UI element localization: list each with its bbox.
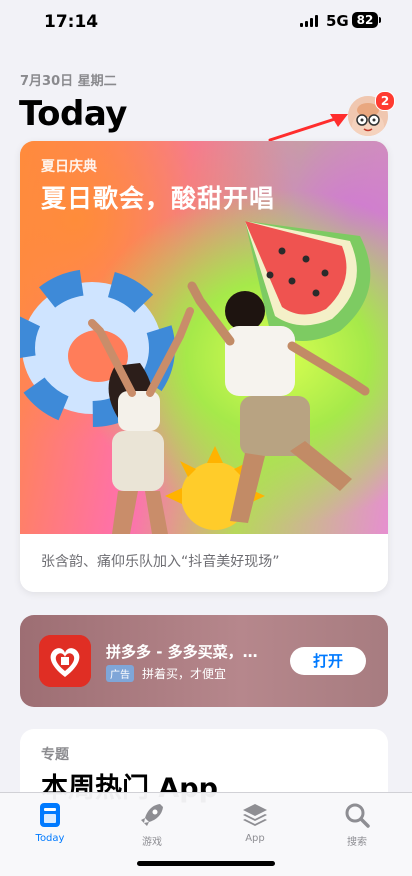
tab-today[interactable]: Today: [15, 801, 85, 844]
tab-today-label: Today: [35, 833, 65, 844]
story-footer: 张含韵、痛仰乐队加入“抖音美好现场”: [20, 534, 388, 592]
tab-search[interactable]: 搜索: [322, 801, 392, 848]
today-icon: [40, 803, 60, 827]
story-subtitle: 张含韵、痛仰乐队加入“抖音美好现场”: [41, 554, 280, 570]
battery-tip: [379, 17, 381, 23]
status-time: 17:14: [44, 12, 99, 32]
open-app-button[interactable]: 打开: [290, 647, 366, 675]
layers-icon: [243, 804, 267, 826]
ad-label-badge: 广告: [106, 665, 134, 682]
collection-eyebrow: 专题: [41, 747, 69, 763]
story-artwork: 夏日庆典 夏日歌会，酸甜开唱: [20, 141, 388, 534]
page-title: Today: [19, 94, 127, 134]
story-headline: 夏日歌会，酸甜开唱: [41, 184, 276, 213]
tab-games-label: 游戏: [142, 837, 162, 848]
search-icon: [345, 803, 370, 828]
pinduoduo-app-icon[interactable]: [39, 635, 91, 687]
status-bar: 17:14 5G 82: [0, 0, 412, 44]
watermelon-illustration: [245, 221, 371, 341]
tab-games[interactable]: 游戏: [117, 801, 187, 848]
cellular-signal-icon: [300, 15, 318, 27]
ad-app-name: 拼多多 - 多多买菜，…: [106, 643, 258, 661]
ad-tagline: 拼着买，才便宜: [142, 667, 227, 681]
story-eyebrow: 夏日庆典: [41, 159, 97, 175]
network-type: 5G: [326, 12, 349, 30]
ad-card[interactable]: 拼多多 - 多多买菜，… 广告 拼着买，才便宜 打开: [20, 615, 388, 707]
heart-logo-icon: [39, 635, 91, 687]
home-indicator: [137, 861, 275, 866]
tab-apps[interactable]: App: [220, 801, 290, 844]
rocket-icon: [141, 804, 163, 826]
featured-story-card[interactable]: 夏日庆典 夏日歌会，酸甜开唱 张含韵、痛仰乐队加入“抖音美好现场”: [20, 141, 388, 592]
notification-badge: 2: [375, 91, 395, 111]
tab-search-label: 搜索: [347, 837, 367, 848]
page-date: 7月30日 星期二: [20, 74, 117, 89]
tab-apps-label: App: [245, 833, 265, 844]
battery-icon: 82: [352, 12, 378, 28]
